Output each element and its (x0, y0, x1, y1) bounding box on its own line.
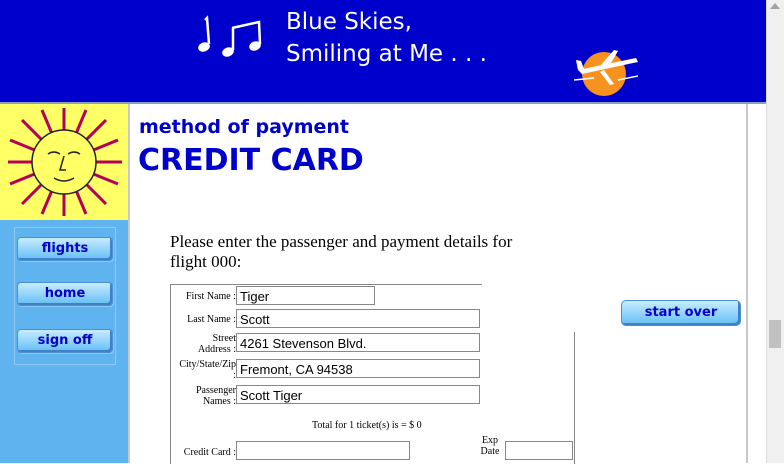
start-over-button[interactable]: start over (621, 300, 741, 326)
form-top-border (170, 284, 482, 285)
page-subtitle: method of payment (139, 116, 350, 138)
nav-flights-button[interactable]: flights (17, 237, 113, 261)
exp-label-line2: Date (480, 446, 500, 457)
passenger-names-label: Passenger Names : (172, 385, 236, 407)
exp-label-line1: Exp (481, 435, 499, 446)
passenger-names-field[interactable]: Scott Tiger (236, 385, 480, 404)
exp-date-label: Exp Date (476, 435, 504, 457)
credit-card-label: Credit Card : (183, 447, 236, 458)
airplane-sun-icon (574, 50, 639, 96)
music-notes-icon (198, 15, 262, 57)
first-name-field[interactable]: Tiger (236, 286, 375, 305)
passenger-label-line2: Names : (202, 396, 236, 407)
form-right-border (574, 332, 575, 464)
site-title-line1: Blue Skies, (286, 9, 412, 35)
site-title: Blue Skies, Smiling at Me . . . (286, 6, 487, 70)
site-title-line2: Smiling at Me . . . (286, 41, 487, 67)
street-label-line2: Address : (197, 344, 236, 355)
street-label-line1: Street (212, 333, 236, 344)
csz-label-line1: City/State/Zip (179, 359, 236, 370)
scrollbar-thumb[interactable] (769, 320, 781, 348)
ticket-total: Total for 1 ticket(s) is = $ 0 (312, 420, 422, 431)
city-state-zip-label: City/State/Zip : (170, 359, 236, 381)
nav-home-button[interactable]: home (17, 282, 113, 306)
sun-face-icon (8, 108, 122, 216)
page-title: CREDIT CARD (138, 143, 364, 178)
first-name-label: First Name : (186, 291, 236, 302)
scroll-up-arrow-icon[interactable] (770, 3, 780, 9)
vertical-scrollbar[interactable] (766, 0, 784, 463)
street-address-field[interactable]: 4261 Stevenson Blvd. (236, 333, 480, 352)
last-name-label: Last Name : (187, 314, 236, 325)
csz-label-line2: : (233, 370, 236, 381)
city-state-zip-field[interactable]: Fremont, CA 94538 (236, 359, 480, 378)
credit-card-field[interactable] (236, 441, 410, 460)
last-name-field[interactable]: Scott (236, 309, 480, 328)
intro-text: Please enter the passenger and payment d… (170, 232, 513, 271)
sun-logo (0, 104, 128, 220)
payment-form: First Name : Tiger Last Name : Scott Str… (170, 284, 575, 464)
street-address-label: Street Address : (172, 333, 236, 355)
nav-signoff-button[interactable]: sign off (17, 329, 113, 353)
passenger-label-line1: Passenger (196, 385, 236, 396)
exp-date-field[interactable] (505, 441, 573, 460)
